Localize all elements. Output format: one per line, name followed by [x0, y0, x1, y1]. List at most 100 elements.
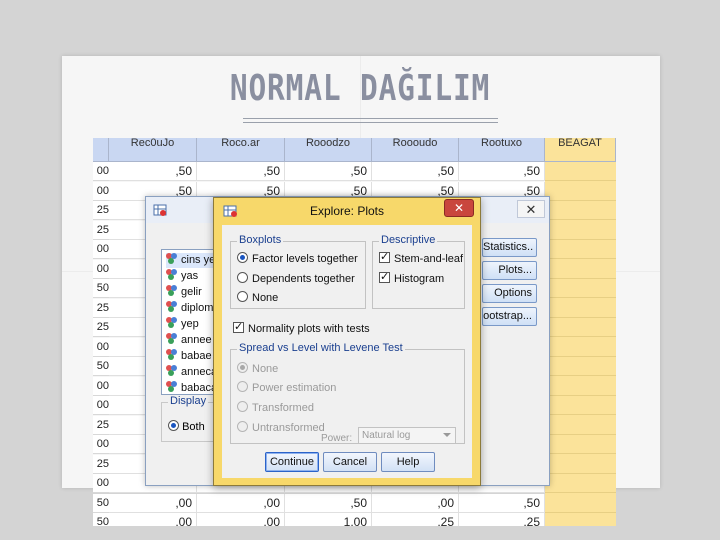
variable-item[interactable]: yas [166, 269, 198, 284]
option-label: Power estimation [252, 382, 337, 394]
variable-item[interactable]: anneca [166, 365, 217, 380]
table-cell[interactable]: ,50 [109, 162, 197, 181]
table-cell[interactable]: ,50 [197, 162, 285, 181]
stem-and-leaf-checkbox[interactable]: Stem-and-leaf [379, 250, 464, 265]
cancel-button[interactable]: Cancel [323, 452, 377, 472]
table-cell[interactable] [545, 396, 616, 415]
spread-untransformed-option[interactable]: Untransformed [237, 421, 325, 434]
row-header[interactable]: 00 [93, 376, 109, 396]
table-cell[interactable]: ,00 [109, 513, 197, 526]
display-both-option[interactable]: Both [168, 420, 205, 433]
table-cell[interactable]: ,00 [372, 493, 459, 513]
row-header[interactable]: 25 [93, 220, 109, 240]
explore-close-button[interactable]: ✕ [517, 200, 545, 218]
variable-item[interactable]: gelir [166, 285, 202, 300]
table-cell[interactable]: ,50 [372, 162, 459, 181]
table-cell[interactable]: ,50 [285, 162, 372, 181]
spread-power-estimation-option[interactable]: Power estimation [237, 381, 336, 394]
radio-icon [237, 421, 248, 432]
column-header[interactable]: Rootuxo [459, 138, 545, 162]
variable-item[interactable]: annee [166, 333, 212, 348]
column-header[interactable]: Roooudo [372, 138, 459, 162]
variable-item[interactable]: diplom [166, 301, 213, 316]
boxplots-none-option[interactable]: None [237, 291, 278, 304]
power-select[interactable]: Natural log [358, 427, 456, 444]
row-header[interactable]: 00 [93, 337, 109, 357]
row-header[interactable]: 25 [93, 298, 109, 318]
table-cell[interactable]: ,00 [109, 493, 197, 513]
row-header[interactable]: 00 [93, 435, 109, 454]
table-cell[interactable] [545, 513, 616, 526]
row-header[interactable]: 50 [93, 357, 109, 376]
row-header[interactable]: 25 [93, 415, 109, 435]
table-cell[interactable] [545, 376, 616, 396]
table-cell[interactable]: ,50 [285, 493, 372, 513]
column-header[interactable]: Rec0uJo [109, 138, 197, 162]
column-header[interactable]: BEAGAT [545, 138, 616, 162]
table-cell[interactable]: 1,00 [285, 513, 372, 526]
table-cell[interactable]: ,00 [197, 513, 285, 526]
scale-variable-icon [166, 365, 178, 376]
table-cell[interactable] [545, 259, 616, 279]
row-header[interactable]: 00 [93, 181, 109, 201]
scale-variable-icon [166, 301, 178, 312]
option-label: Stem-and-leaf [394, 253, 464, 265]
table-cell[interactable] [545, 318, 616, 337]
variable-label: diplom [181, 302, 214, 314]
row-header[interactable]: 50 [93, 493, 109, 513]
plots-button[interactable]: Plots... [482, 261, 537, 280]
row-header[interactable]: 00 [93, 474, 109, 493]
boxplots-factor-levels-option[interactable]: Factor levels together [237, 252, 358, 265]
continue-button[interactable]: Continue [265, 452, 319, 472]
table-cell[interactable] [545, 240, 616, 259]
row-header[interactable]: 50 [93, 279, 109, 298]
boxplots-dependents-option[interactable]: Dependents together [237, 272, 355, 285]
histogram-checkbox[interactable]: Histogram [379, 270, 444, 285]
help-button[interactable]: Help [381, 452, 435, 472]
title-underline [243, 118, 498, 119]
row-header[interactable]: 00 [93, 396, 109, 415]
bootstrap-button[interactable]: ootstrap... [482, 307, 537, 326]
column-header[interactable]: Roco.ar [197, 138, 285, 162]
spread-transformed-option[interactable]: Transformed [237, 401, 314, 414]
row-header[interactable]: 25 [93, 201, 109, 220]
variable-item[interactable]: babae [166, 349, 212, 364]
row-header[interactable]: 50 [93, 513, 109, 526]
normality-plots-checkbox[interactable]: Normality plots with tests [233, 320, 370, 335]
table-cell[interactable] [545, 474, 616, 493]
row-header[interactable]: 00 [93, 259, 109, 279]
table-cell[interactable]: ,25 [372, 513, 459, 526]
column-header[interactable]: Rooodzo [285, 138, 372, 162]
table-cell[interactable] [545, 435, 616, 454]
table-cell[interactable] [545, 454, 616, 474]
table-cell[interactable] [545, 298, 616, 318]
row-header[interactable]: 00 [93, 162, 109, 181]
variable-item[interactable]: yep [166, 317, 199, 332]
radio-icon [237, 252, 248, 263]
table-cell[interactable] [545, 415, 616, 435]
options-button[interactable]: Options [482, 284, 537, 303]
row-header[interactable]: 00 [93, 240, 109, 259]
spread-none-option[interactable]: None [237, 362, 278, 375]
variable-item[interactable]: babaca [166, 381, 217, 396]
table-cell[interactable] [545, 220, 616, 240]
table-cell[interactable]: ,50 [459, 162, 545, 181]
row-header[interactable]: 25 [93, 454, 109, 474]
radio-icon [237, 401, 248, 412]
row-header-corner [93, 138, 109, 162]
table-cell[interactable] [545, 181, 616, 201]
table-cell[interactable]: ,00 [197, 493, 285, 513]
table-cell[interactable]: ,50 [459, 493, 545, 513]
option-label: Untransformed [252, 422, 325, 434]
table-cell[interactable] [545, 357, 616, 376]
table-cell[interactable] [545, 279, 616, 298]
table-cell[interactable] [545, 162, 616, 181]
plots-close-button[interactable]: ✕ [444, 199, 474, 217]
table-cell[interactable] [545, 201, 616, 220]
table-cell[interactable]: ,25 [459, 513, 545, 526]
table-cell[interactable] [545, 493, 616, 513]
table-row: 00,50,50,50,50,50 [93, 162, 616, 181]
statistics-button[interactable]: Statistics.. [482, 238, 537, 257]
row-header[interactable]: 25 [93, 318, 109, 337]
table-cell[interactable] [545, 337, 616, 357]
